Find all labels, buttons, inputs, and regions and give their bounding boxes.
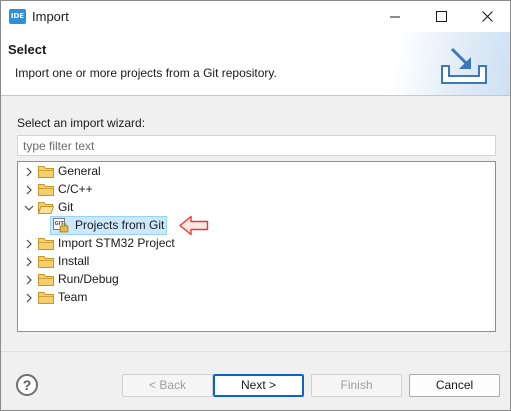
folder-icon xyxy=(38,292,54,304)
folder-icon xyxy=(38,166,54,178)
tree-item-label: Install xyxy=(58,254,90,268)
folder-icon xyxy=(38,256,54,268)
minimize-icon xyxy=(390,16,400,17)
minimize-button[interactable] xyxy=(372,1,418,32)
wizard-label: Select an import wizard: xyxy=(17,116,146,130)
ide-app-icon: IDE xyxy=(9,9,26,24)
cancel-button[interactable]: Cancel xyxy=(409,374,500,397)
filter-input[interactable] xyxy=(17,135,496,156)
import-tray-icon xyxy=(441,47,487,84)
wizard-banner: Select Import one or more projects from … xyxy=(1,32,510,96)
tree-item-label: Git xyxy=(58,200,74,214)
banner-description: Import one or more projects from a Git r… xyxy=(15,66,277,80)
chevron-right-icon[interactable] xyxy=(23,181,35,199)
tree-item-label: Team xyxy=(58,290,88,304)
chevron-down-icon[interactable] xyxy=(23,199,35,217)
close-button[interactable] xyxy=(464,1,510,32)
git-projects-icon: GIT xyxy=(53,218,69,233)
folder-icon xyxy=(38,184,54,196)
maximize-icon xyxy=(435,11,447,22)
chevron-right-icon[interactable] xyxy=(23,289,35,307)
chevron-right-icon[interactable] xyxy=(23,235,35,253)
tree-item-label: General xyxy=(58,164,101,178)
folder-icon xyxy=(38,274,54,286)
footer-divider xyxy=(1,351,510,352)
folder-icon xyxy=(38,238,54,250)
window-title: Import xyxy=(32,9,69,24)
chevron-right-icon[interactable] xyxy=(23,253,35,271)
folder-open-icon xyxy=(38,202,54,214)
chevron-right-icon[interactable] xyxy=(23,271,35,289)
import-dialog: IDE Import Select Import one or more pro… xyxy=(0,0,511,411)
annotation-arrow-icon xyxy=(179,215,209,236)
banner-title: Select xyxy=(8,42,47,57)
tree-item-label: Import STM32 Project xyxy=(58,236,175,250)
help-button[interactable]: ? xyxy=(16,374,38,396)
close-icon xyxy=(481,11,493,22)
chevron-right-icon[interactable] xyxy=(23,163,35,181)
maximize-button[interactable] xyxy=(418,1,464,32)
back-button[interactable]: < Back xyxy=(122,374,213,397)
tree-item-label: C/C++ xyxy=(58,182,93,196)
title-bar: IDE Import xyxy=(1,1,510,32)
tree-item-label: Run/Debug xyxy=(58,272,119,286)
wizard-tree[interactable]: General C/C++ Git GIT Projects from Git xyxy=(17,161,496,332)
finish-button[interactable]: Finish xyxy=(311,374,402,397)
next-button[interactable]: Next > xyxy=(213,374,304,397)
tree-item-label: Projects from Git xyxy=(75,218,165,232)
